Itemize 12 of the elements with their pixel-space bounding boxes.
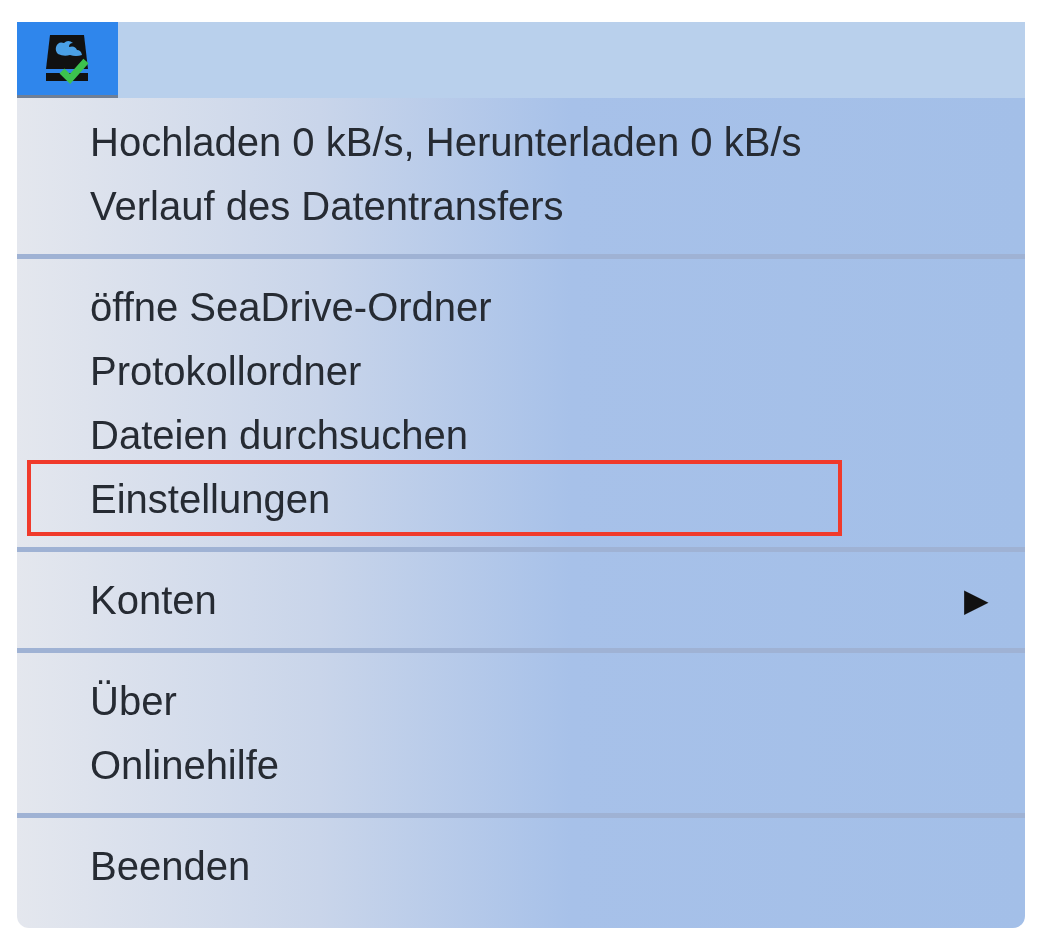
menu-item[interactable]: Einstellungen [17, 467, 1025, 531]
menu-item[interactable]: Beenden [17, 834, 1025, 898]
menu-item[interactable]: Konten ▶ [17, 568, 1025, 632]
menu-item[interactable]: Verlauf des Datentransfers [17, 174, 1025, 238]
menu-item[interactable]: Hochladen 0 kB/s, Herunterladen 0 kB/s [17, 110, 1025, 174]
menu-item[interactable]: Protokollordner [17, 339, 1025, 403]
menu-item[interactable]: öffne SeaDrive-Ordner [17, 275, 1025, 339]
menu-item[interactable]: Onlinehilfe [17, 733, 1025, 797]
submenu-arrow-icon: ▶ [964, 581, 989, 619]
menu-item[interactable]: Dateien durchsuchen [17, 403, 1025, 467]
menu-item[interactable]: Über [17, 669, 1025, 733]
status-icon[interactable] [17, 22, 118, 98]
